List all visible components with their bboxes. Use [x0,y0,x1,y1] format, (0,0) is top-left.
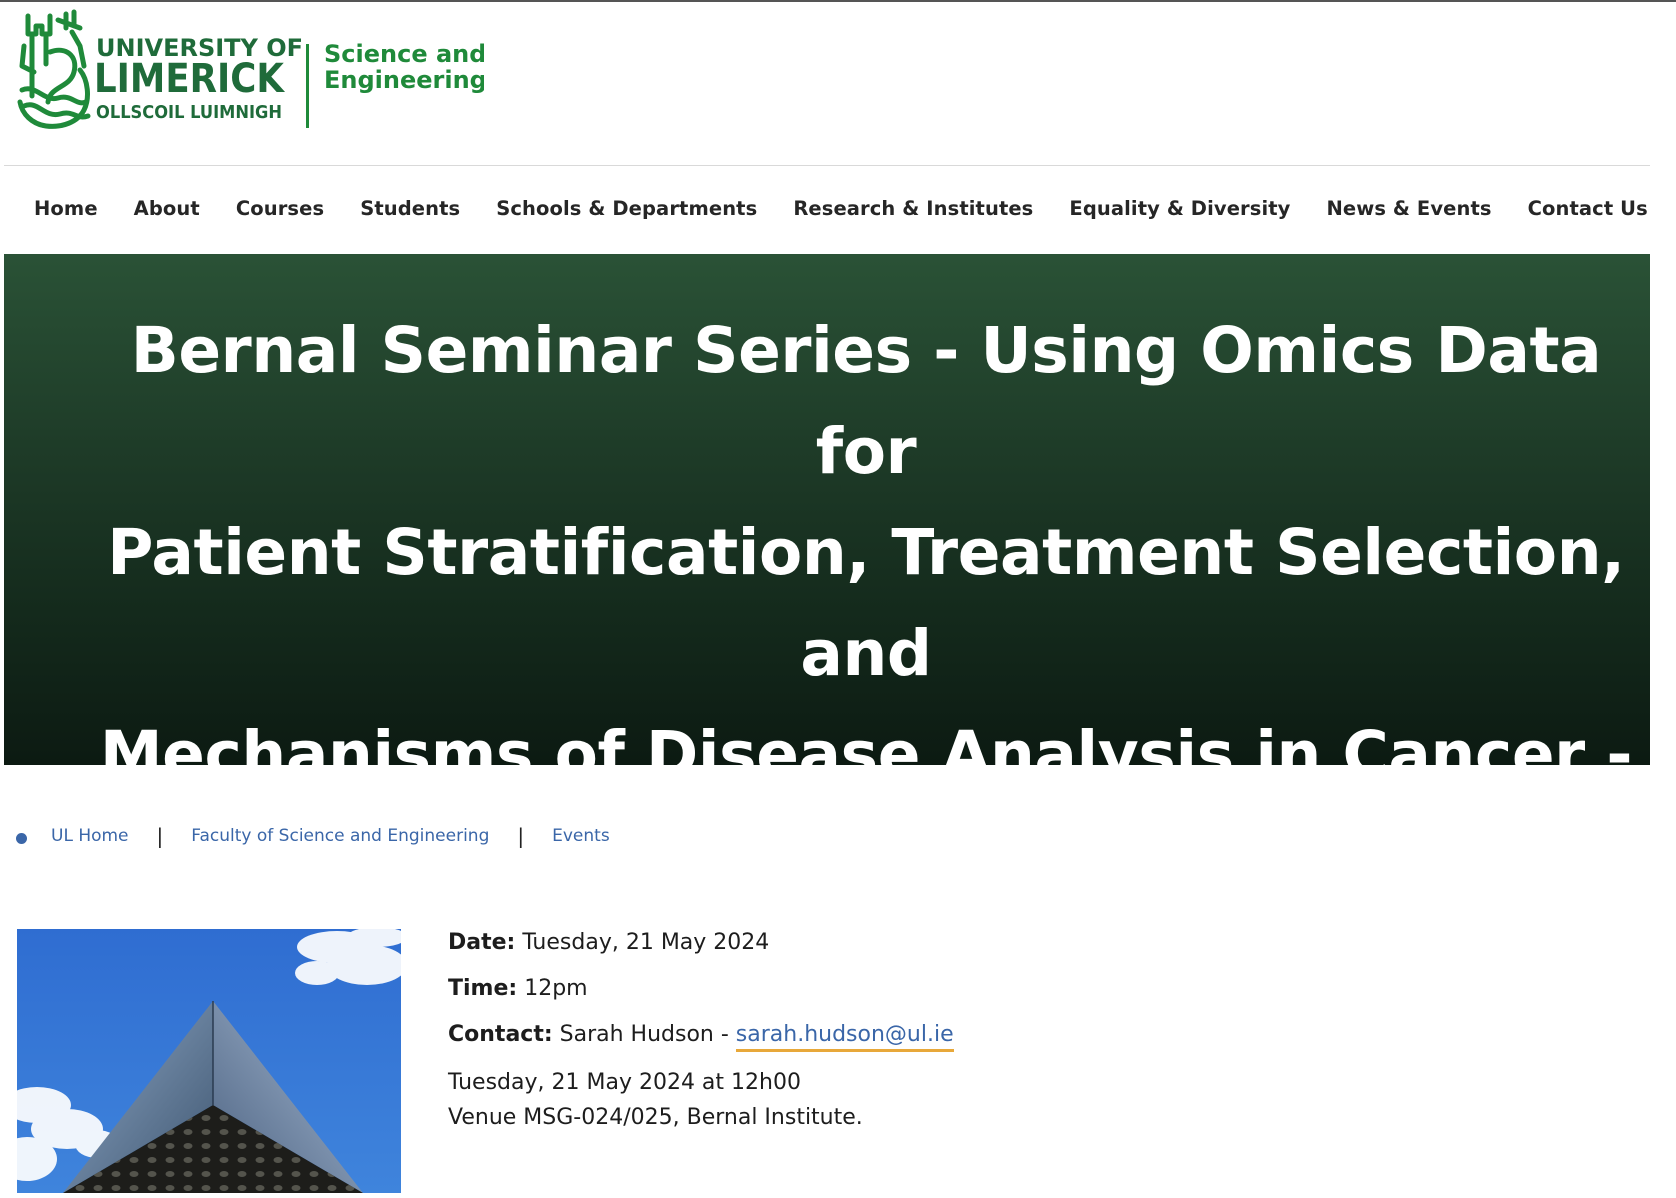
nav-schools-departments[interactable]: Schools & Departments [496,197,757,220]
breadcrumb: UL Home | Faculty of Science and Enginee… [16,824,610,848]
breadcrumb-bullet-icon [16,832,27,844]
logo-university-line3: OLLSCOIL LUIMNIGH [96,103,282,123]
event-contact-label: Contact: [448,1022,553,1047]
nav-research-institutes[interactable]: Research & Institutes [793,197,1033,220]
page-title-line: Bernal Seminar Series - Using Omics Data… [130,314,1602,488]
nav-about[interactable]: About [134,197,200,220]
breadcrumb-separator: | [156,824,164,848]
university-logo-link[interactable]: UNIVERSITY OF LIMERICK OLLSCOIL LUIMNIGH… [14,6,484,134]
breadcrumb-faculty[interactable]: Faculty of Science and Engineering [191,826,489,846]
contact-email-link[interactable]: sarah.hudson@ul.ie [735,1022,954,1052]
nav-students[interactable]: Students [360,197,460,220]
event-description-line: Tuesday, 21 May 2024 at 12h00 [448,1070,801,1095]
main-navigation: Home About Courses Students Schools & De… [34,197,1676,220]
logo-divider [306,44,309,128]
page-title-line: Patient Stratification, Treatment Select… [107,516,1625,690]
event-contact-name: Sarah Hudson - [552,1022,736,1047]
nav-courses[interactable]: Courses [236,197,324,220]
nav-home[interactable]: Home [34,197,98,220]
nav-equality-diversity[interactable]: Equality & Diversity [1069,197,1290,220]
event-date-value: Tuesday, 21 May 2024 [515,930,770,955]
logo-university-line2: LIMERICK [94,56,286,102]
event-time-value: 12pm [517,976,588,1001]
logo-faculty-line2: Engineering [324,66,484,94]
breadcrumb-separator: | [517,824,525,848]
breadcrumb-ul-home[interactable]: UL Home [51,826,129,846]
event-time: Time: 12pm [448,976,588,1001]
ul-crest-icon [17,9,91,129]
nav-news-events[interactable]: News & Events [1326,197,1491,220]
event-time-label: Time: [448,976,518,1001]
page-title-line: Mechanisms of Disease Analysis in Cancer… [99,718,1633,791]
header-divider [4,165,1650,166]
page-title: Bernal Seminar Series - Using Omics Data… [84,300,1648,1007]
window-top-border [0,0,1676,2]
event-date: Date: Tuesday, 21 May 2024 [448,930,769,955]
event-contact: Contact: Sarah Hudson - sarah.hudson@ul.… [448,1022,954,1052]
event-date-label: Date: [448,930,516,955]
event-venue: Venue MSG-024/025, Bernal Institute. [448,1105,863,1130]
nav-contact-us[interactable]: Contact Us [1528,197,1648,220]
breadcrumb-events[interactable]: Events [552,826,610,846]
event-image [17,929,401,1193]
logo-faculty-line1: Science and [324,40,484,68]
